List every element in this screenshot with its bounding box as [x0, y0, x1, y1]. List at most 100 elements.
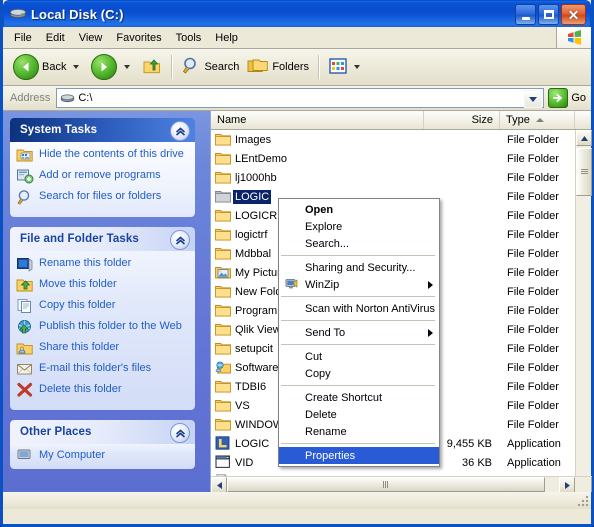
task-hide-contents[interactable]: Hide the contents of this drive	[16, 147, 189, 165]
file-name-label: setupcit	[235, 342, 273, 355]
file-name-label: LEntDemo	[235, 152, 287, 165]
folder-icon	[215, 208, 231, 224]
address-input[interactable]: C:\	[56, 88, 545, 108]
horizontal-scroll-track[interactable]	[545, 477, 559, 492]
address-value: C:\	[78, 92, 93, 104]
back-button[interactable]: Back	[9, 52, 87, 82]
menu-file[interactable]: File	[7, 30, 39, 46]
task-hide-contents-label: Hide the contents of this drive	[39, 148, 184, 160]
menu-help[interactable]: Help	[208, 30, 245, 46]
scroll-up-button[interactable]	[576, 130, 592, 146]
task-share-folder[interactable]: Share this folder	[16, 340, 189, 358]
context-menu[interactable]: Open Explore Search... Sharing and Security…	[278, 198, 440, 467]
table-row[interactable]: LEntDemo File Folder	[211, 149, 591, 168]
horizontal-scrollbar[interactable]	[211, 476, 591, 493]
file-name-label: Software	[235, 361, 279, 374]
column-header-name[interactable]: Name	[211, 111, 424, 129]
forward-dropdown-icon[interactable]	[124, 65, 131, 69]
context-menu-item-label: Sharing and Security...	[305, 261, 416, 274]
file-name-label: Images	[235, 133, 272, 146]
context-menu-item-copy[interactable]: Copy	[279, 365, 439, 382]
scrollbar-corner	[575, 477, 591, 492]
menu-edit[interactable]: Edit	[39, 30, 72, 46]
panel-other-places-header[interactable]: Other Places	[10, 420, 195, 444]
views-dropdown-icon[interactable]	[354, 65, 361, 69]
minimize-button[interactable]	[515, 4, 536, 25]
context-menu-item-winzip[interactable]: WinZip	[279, 276, 439, 293]
table-row[interactable]: lj1000hb File Folder	[211, 168, 591, 187]
horizontal-scroll-thumb[interactable]	[227, 477, 545, 492]
menu-favorites[interactable]: Favorites	[109, 30, 168, 46]
task-delete-folder[interactable]: Delete this folder	[16, 382, 189, 400]
scroll-right-button[interactable]	[559, 477, 575, 493]
column-header-type[interactable]: Type	[500, 111, 575, 129]
go-arrow-icon	[548, 88, 569, 108]
vertical-scroll-thumb[interactable]	[576, 148, 592, 196]
up-button[interactable]	[138, 52, 166, 82]
context-menu-item-search[interactable]: Search...	[279, 235, 439, 252]
context-menu-separator	[281, 385, 435, 386]
cell-name: lj1000hb	[211, 170, 424, 186]
column-header-size[interactable]: Size	[424, 111, 500, 129]
context-menu-item-label: Scan with Norton AntiVirus	[305, 302, 436, 315]
context-menu-item-explore[interactable]: Explore	[279, 218, 439, 235]
title-bar: Local Disk (C:) ✕	[3, 0, 591, 27]
panel-system-tasks-title: System Tasks	[20, 124, 98, 136]
folder-icon	[215, 132, 231, 148]
scroll-left-button[interactable]	[211, 477, 227, 493]
context-menu-separator	[281, 344, 435, 345]
views-button[interactable]	[325, 52, 368, 82]
task-search-files[interactable]: Search for files or folders	[16, 189, 189, 207]
resize-grip-icon[interactable]	[577, 495, 590, 508]
context-menu-item-scan-with-norton-antivirus[interactable]: Scan with Norton AntiVirus	[279, 300, 439, 317]
address-dropdown-button[interactable]	[524, 90, 543, 108]
collapse-chevron-icon[interactable]	[170, 230, 190, 250]
task-copy-folder[interactable]: Copy this folder	[16, 298, 189, 316]
panel-system-tasks: System Tasks Hide the contents of this d…	[10, 118, 195, 217]
context-menu-item-properties[interactable]: Properties	[279, 447, 439, 464]
search-button[interactable]: Search	[178, 52, 243, 82]
folders-label: Folders	[272, 61, 310, 73]
task-move-folder[interactable]: Move this folder	[16, 277, 189, 295]
panel-file-folder-tasks-header[interactable]: File and Folder Tasks	[10, 227, 195, 251]
context-menu-item-label: Send To	[305, 326, 346, 339]
folder-icon	[215, 303, 231, 319]
column-header-filler	[575, 111, 591, 129]
task-publish-web[interactable]: Publish this folder to the Web	[16, 319, 189, 337]
context-menu-item-create-shortcut[interactable]: Create Shortcut	[279, 389, 439, 406]
task-rename-folder[interactable]: Rename this folder	[16, 256, 189, 274]
task-my-computer[interactable]: My Computer	[16, 448, 189, 466]
panel-system-tasks-header[interactable]: System Tasks	[10, 118, 195, 142]
copy-folder-icon	[16, 298, 34, 316]
move-folder-icon	[16, 277, 34, 295]
context-menu-separator	[281, 296, 435, 297]
task-add-remove-programs[interactable]: Add or remove programs	[16, 168, 189, 186]
vertical-scrollbar[interactable]	[575, 130, 592, 492]
window-controls: ✕	[515, 4, 586, 25]
folder-open-icon	[215, 189, 231, 205]
menu-tools[interactable]: Tools	[169, 30, 209, 46]
close-button[interactable]: ✕	[561, 4, 586, 25]
folders-button[interactable]: Folders	[243, 52, 313, 82]
context-menu-item-sharing-and-security[interactable]: Sharing and Security...	[279, 259, 439, 276]
collapse-chevron-icon[interactable]	[170, 121, 190, 141]
context-menu-separator	[281, 255, 435, 256]
context-menu-item-label: Cut	[305, 350, 323, 363]
context-menu-item-delete[interactable]: Delete	[279, 406, 439, 423]
context-menu-item-rename[interactable]: Rename	[279, 423, 439, 440]
file-name-label: VID	[235, 456, 254, 469]
address-label: Address	[10, 92, 51, 104]
task-email-files[interactable]: E-mail this folder's files	[16, 361, 189, 379]
cell-name: LEntDemo	[211, 151, 424, 167]
maximize-button[interactable]	[538, 4, 559, 25]
context-menu-item-send-to[interactable]: Send To	[279, 324, 439, 341]
back-dropdown-icon[interactable]	[73, 65, 80, 69]
forward-button[interactable]	[87, 52, 138, 82]
table-row[interactable]: Images File Folder	[211, 130, 591, 149]
context-menu-item-open[interactable]: Open	[279, 201, 439, 218]
views-icon	[329, 57, 347, 77]
collapse-chevron-icon[interactable]	[170, 423, 190, 443]
go-button[interactable]: Go	[544, 88, 591, 108]
context-menu-item-cut[interactable]: Cut	[279, 348, 439, 365]
menu-view[interactable]: View	[72, 30, 110, 46]
